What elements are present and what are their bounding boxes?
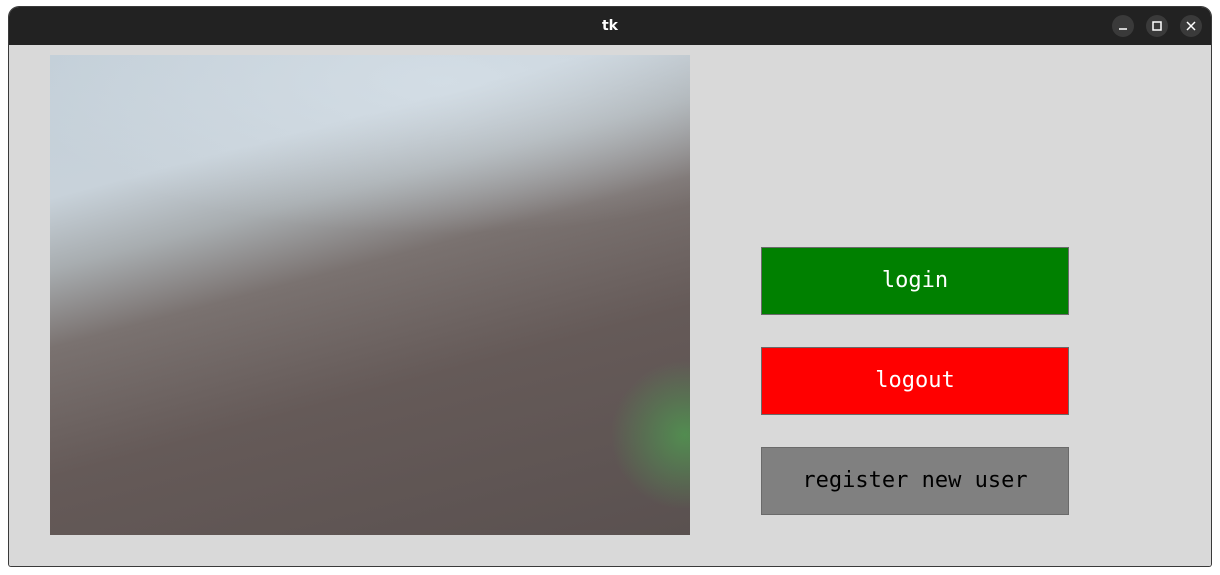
- main-content: login logout register new user: [9, 45, 1211, 566]
- webcam-green-blur: [610, 360, 690, 510]
- close-icon: [1186, 21, 1196, 31]
- close-button[interactable]: [1180, 15, 1202, 37]
- register-new-user-button[interactable]: register new user: [761, 447, 1069, 515]
- webcam-haze: [50, 55, 690, 235]
- title-bar[interactable]: tk: [9, 7, 1211, 45]
- maximize-button[interactable]: [1146, 15, 1168, 37]
- minimize-button[interactable]: [1112, 15, 1134, 37]
- maximize-icon: [1152, 21, 1162, 31]
- minimize-icon: [1119, 28, 1127, 30]
- logout-button[interactable]: logout: [761, 347, 1069, 415]
- login-button[interactable]: login: [761, 247, 1069, 315]
- webcam-feed: [50, 55, 690, 535]
- app-window: tk login logout register new user: [9, 7, 1211, 566]
- window-title: tk: [601, 18, 618, 34]
